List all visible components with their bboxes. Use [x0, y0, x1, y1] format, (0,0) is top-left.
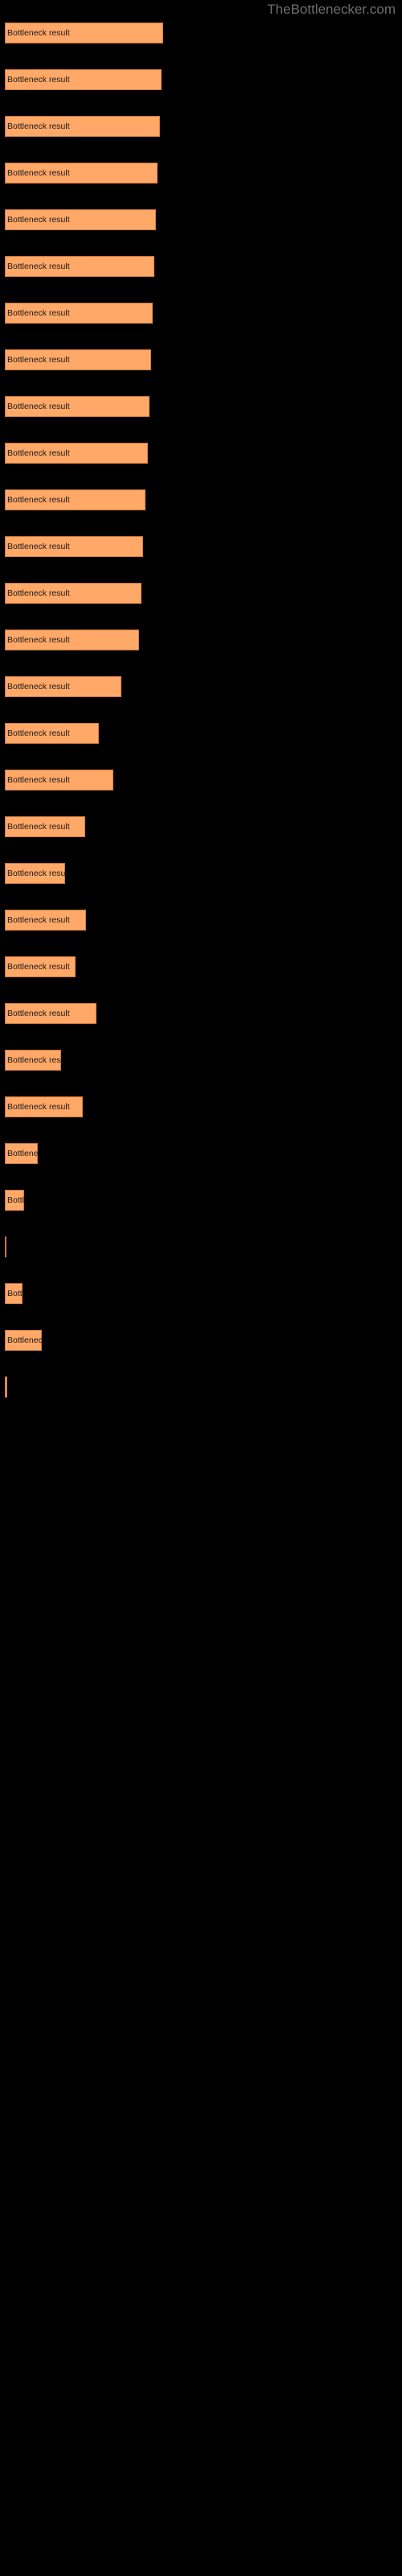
bar-label: Bottleneck result	[7, 448, 70, 458]
bar-row: Bottleneck result	[0, 536, 402, 557]
bar-row: Bottleneck result	[0, 956, 402, 977]
bar-label: Bottleneck result	[7, 355, 70, 365]
bar-row: Bottleneck result	[0, 209, 402, 230]
bar-label-clip: Bottleneck result	[5, 163, 158, 184]
bar-row: Bottleneck result	[0, 1283, 402, 1304]
bar-label: Bottleneck result	[7, 962, 70, 972]
bar-label-clip: Bottleneck result	[5, 723, 99, 744]
bar-row: Bottleneck result	[0, 1003, 402, 1024]
bar-label-clip: Bottleneck result	[5, 1096, 83, 1117]
bar-row: Bottleneck result	[0, 443, 402, 464]
bar-label: Bottleneck result	[7, 869, 65, 878]
bar-label-clip: Bottleneck result	[5, 303, 153, 324]
bar-row: Bottleneck result	[0, 489, 402, 510]
bar-row: Bottleneck result	[0, 256, 402, 277]
bar-label-clip: Bottleneck result	[5, 630, 139, 650]
bar-label-clip: Bottleneck result	[5, 396, 150, 417]
bar-label: Bottleneck result	[7, 1102, 70, 1112]
bar-label: Bottleneck result	[7, 1289, 23, 1298]
bar-label-clip: Bottleneck result	[5, 583, 142, 604]
bar-label-clip: Bottleneck result	[5, 1050, 61, 1071]
bar-label-clip: Bottleneck result	[5, 676, 121, 697]
bar-label-clip: Bottleneck result	[5, 69, 162, 90]
bar-row: Bottleneck result	[0, 1096, 402, 1117]
bar-label: Bottleneck result	[7, 1149, 38, 1158]
bar-label-clip: Bottleneck result	[5, 1143, 38, 1164]
bar-row: Bottleneck result	[0, 676, 402, 697]
bar-label: Bottleneck result	[7, 122, 70, 131]
bar-row: Bottleneck result	[0, 1190, 402, 1211]
bar-label-clip: Bottleneck result	[5, 1236, 6, 1257]
bar-label: Bottleneck result	[7, 542, 70, 551]
bar-label-clip: Bottleneck result	[5, 1190, 24, 1211]
bar-label: Bottleneck result	[7, 308, 70, 318]
bar-label: Bottleneck result	[7, 729, 70, 738]
bar-row: Bottleneck result	[0, 1050, 402, 1071]
bar-label-clip: Bottleneck result	[5, 863, 65, 884]
bar-row: Bottleneck result	[0, 583, 402, 604]
bar-label: Bottleneck result	[7, 1195, 24, 1205]
bar-row: Bottleneck result	[0, 1143, 402, 1164]
bar-label-clip: Bottleneck result	[5, 770, 113, 791]
bar-label-clip: Bottleneck result	[5, 1283, 23, 1304]
bar-label-clip: Bottleneck result	[5, 443, 148, 464]
bar-label-clip: Bottleneck result	[5, 116, 160, 137]
bar-label-clip: Bottleneck result	[5, 1330, 42, 1351]
bar-label: Bottleneck result	[7, 775, 70, 785]
bar-label-clip: Bottleneck result	[5, 910, 86, 931]
bar-label: Bottleneck result	[7, 402, 70, 411]
bar-row: Bottleneck result	[0, 1377, 402, 1397]
bar-label: Bottleneck result	[7, 822, 70, 832]
bar-row: Bottleneck result	[0, 396, 402, 417]
bar-label-clip: Bottleneck result	[5, 349, 151, 370]
bar-label-clip: Bottleneck result	[5, 489, 146, 510]
bar-row: Bottleneck result	[0, 816, 402, 837]
bar-row: Bottleneck result	[0, 863, 402, 884]
bar-row: Bottleneck result	[0, 349, 402, 370]
bar-row: Bottleneck result	[0, 723, 402, 744]
bottleneck-bar-chart: TheBottlenecker.com Bottleneck result Bot…	[0, 0, 402, 2576]
bar-label-clip: Bottleneck result	[5, 956, 76, 977]
bar-label-clip: Bottleneck result	[5, 816, 85, 837]
bar-label-clip: Bottleneck result	[5, 1377, 7, 1397]
bar-row: Bottleneck result	[0, 770, 402, 791]
bar-label: Bottleneck result	[7, 915, 70, 925]
bar-row: Bottleneck result	[0, 163, 402, 184]
bar-label: Bottleneck result	[7, 215, 70, 225]
bar-row: Bottleneck result	[0, 116, 402, 137]
bar-label: Bottleneck result	[7, 1055, 61, 1065]
bar-label: Bottleneck result	[7, 1009, 70, 1018]
bar-row: Bottleneck result	[0, 303, 402, 324]
bar-row: Bottleneck result	[0, 1236, 402, 1257]
bar-row: Bottleneck result	[0, 23, 402, 43]
bar-label-clip: Bottleneck result	[5, 23, 163, 43]
bars-layer: Bottleneck result Bottleneck result Bottle…	[0, 0, 402, 2576]
bar-label: Bottleneck result	[7, 682, 70, 691]
bar-label: Bottleneck result	[7, 28, 70, 38]
bar-label-clip: Bottleneck result	[5, 256, 154, 277]
bar-row: Bottleneck result	[0, 630, 402, 650]
bar-label: Bottleneck result	[7, 168, 70, 178]
bar-row: Bottleneck result	[0, 910, 402, 931]
bar-label: Bottleneck result	[7, 1335, 42, 1345]
bar-row: Bottleneck result	[0, 1330, 402, 1351]
bar-label-clip: Bottleneck result	[5, 536, 143, 557]
bar-label: Bottleneck result	[7, 588, 70, 598]
bar-label-clip: Bottleneck result	[5, 1003, 96, 1024]
bar-label: Bottleneck result	[7, 262, 70, 271]
bar-label: Bottleneck result	[7, 75, 70, 85]
bar-row: Bottleneck result	[0, 69, 402, 90]
bar-label: Bottleneck result	[7, 635, 70, 645]
bar-label-clip: Bottleneck result	[5, 209, 156, 230]
bar-label: Bottleneck result	[7, 495, 70, 505]
